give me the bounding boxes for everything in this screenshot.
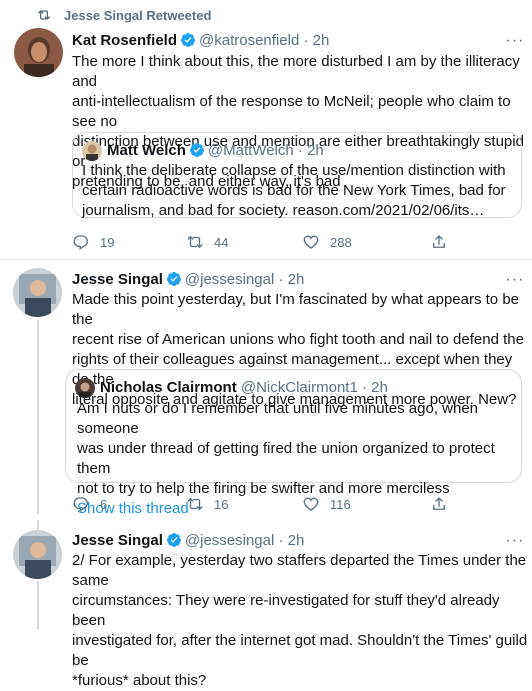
quoted-line: was under thread of getting fired the un… xyxy=(77,440,495,477)
timestamp[interactable]: 2h xyxy=(288,532,305,549)
thread-connector xyxy=(37,520,39,530)
thread-connector xyxy=(37,320,39,514)
quoted-text: I think the deliberate collapse of the u… xyxy=(82,161,506,221)
reply-count: 19 xyxy=(100,234,115,250)
heart-icon xyxy=(303,235,319,249)
retweet-label: Jesse Singal Retweeted xyxy=(64,8,212,23)
retweet-count: 16 xyxy=(214,496,229,512)
quoted-header: Matt Welch @MattWelch · 2h xyxy=(82,141,324,162)
share-button[interactable] xyxy=(430,233,448,251)
dot-separator: · xyxy=(274,532,288,549)
retweet-icon xyxy=(187,498,203,510)
tweet-line: investigated for, after the internet got… xyxy=(72,632,528,669)
dot-separator: · xyxy=(274,271,288,288)
like-button[interactable]: 116 xyxy=(302,495,351,513)
retweet-button[interactable]: 16 xyxy=(186,495,228,513)
tweet-line: circumstances: They were re-investigated… xyxy=(72,592,500,629)
avatar[interactable] xyxy=(13,530,62,579)
tweet-line: 2/ For example, yesterday two staffers d… xyxy=(72,552,527,589)
handle[interactable]: @jessesingal xyxy=(185,271,274,288)
handle[interactable]: @jessesingal xyxy=(185,532,274,549)
verified-badge-icon xyxy=(189,143,204,157)
tweet-header: Jesse Singal @jessesingal · 2h xyxy=(72,270,304,290)
more-options-icon[interactable]: ··· xyxy=(505,270,525,290)
tweet-line: *furious* about this? xyxy=(72,672,207,689)
display-name[interactable]: Jesse Singal xyxy=(72,271,163,288)
verified-badge-icon xyxy=(166,272,181,286)
heart-icon xyxy=(303,497,319,511)
retweet-button[interactable]: 44 xyxy=(186,233,228,251)
dot-separator: · xyxy=(357,379,372,396)
display-name[interactable]: Kat Rosenfield xyxy=(72,32,177,49)
retweet-icon xyxy=(36,7,52,23)
tweet-line: recent rise of American unions who fight… xyxy=(72,331,524,348)
verified-badge-icon xyxy=(181,33,196,47)
reply-icon xyxy=(73,235,88,251)
quoted-line: not to try to help the firing be swifter… xyxy=(77,480,450,497)
reply-icon xyxy=(73,497,88,513)
quoted-avatar xyxy=(82,141,102,162)
reply-count: 6 xyxy=(100,496,108,512)
tweet-text: 2/ For example, yesterday two staffers d… xyxy=(72,551,532,691)
quoted-text: Am I nuts or do I remember that until fi… xyxy=(77,399,521,519)
quoted-line: Am I nuts or do I remember that until fi… xyxy=(77,400,479,437)
dot-separator: · xyxy=(293,142,308,159)
more-options-icon[interactable]: ··· xyxy=(505,31,525,51)
timestamp[interactable]: 2h xyxy=(288,271,305,288)
thread-connector xyxy=(37,581,39,629)
quoted-tweet[interactable]: Nicholas Clairmont @NickClairmont1 · 2h … xyxy=(65,369,522,517)
tweet-line: The more I think about this, the more di… xyxy=(72,53,520,90)
retweet-count: 44 xyxy=(214,234,229,250)
like-count: 288 xyxy=(330,234,352,250)
like-button[interactable]: 288 xyxy=(302,233,352,251)
reply-button[interactable]: 6 xyxy=(72,495,107,513)
tweet-divider xyxy=(0,259,532,260)
handle[interactable]: @katrosenfield xyxy=(199,32,299,49)
quoted-line: I think the deliberate collapse of the u… xyxy=(82,162,506,179)
tweet-line: anti-intellectualism of the response to … xyxy=(72,93,511,130)
quoted-header: Nicholas Clairmont @NickClairmont1 · 2h xyxy=(75,378,388,399)
quoted-display-name: Matt Welch xyxy=(107,142,186,159)
display-name[interactable]: Jesse Singal xyxy=(72,532,163,549)
quoted-handle: @MattWelch xyxy=(207,142,294,159)
quoted-timestamp: 2h xyxy=(307,142,324,159)
show-thread-link[interactable]: Show this thread xyxy=(77,499,521,519)
tweet-header: Kat Rosenfield @katrosenfield · 2h xyxy=(72,31,329,51)
quoted-tweet[interactable]: Matt Welch @MattWelch · 2h I think the de… xyxy=(72,132,522,221)
avatar[interactable] xyxy=(14,28,63,77)
tweet-line: Made this point yesterday, but I'm fasci… xyxy=(72,291,520,328)
quoted-timestamp: 2h xyxy=(371,379,388,396)
like-count: 116 xyxy=(330,496,351,512)
tweet-header: Jesse Singal @jessesingal · 2h xyxy=(72,531,304,551)
share-button[interactable] xyxy=(430,495,448,513)
quoted-line: journalism, and bad for society. reason.… xyxy=(82,202,485,219)
reply-button[interactable]: 19 xyxy=(72,233,114,251)
quoted-display-name: Nicholas Clairmont xyxy=(100,379,237,396)
avatar[interactable] xyxy=(13,268,62,317)
retweet-icon xyxy=(187,236,203,248)
quoted-line: certain radioactive words is bad for the… xyxy=(82,182,506,199)
timestamp[interactable]: 2h xyxy=(313,32,330,49)
dot-separator: · xyxy=(299,32,313,49)
verified-badge-icon xyxy=(166,533,181,547)
share-icon xyxy=(433,235,445,248)
quoted-handle: @NickClairmont1 xyxy=(240,379,358,396)
share-icon xyxy=(433,497,445,510)
more-options-icon[interactable]: ··· xyxy=(505,531,525,551)
quoted-avatar xyxy=(75,378,95,399)
